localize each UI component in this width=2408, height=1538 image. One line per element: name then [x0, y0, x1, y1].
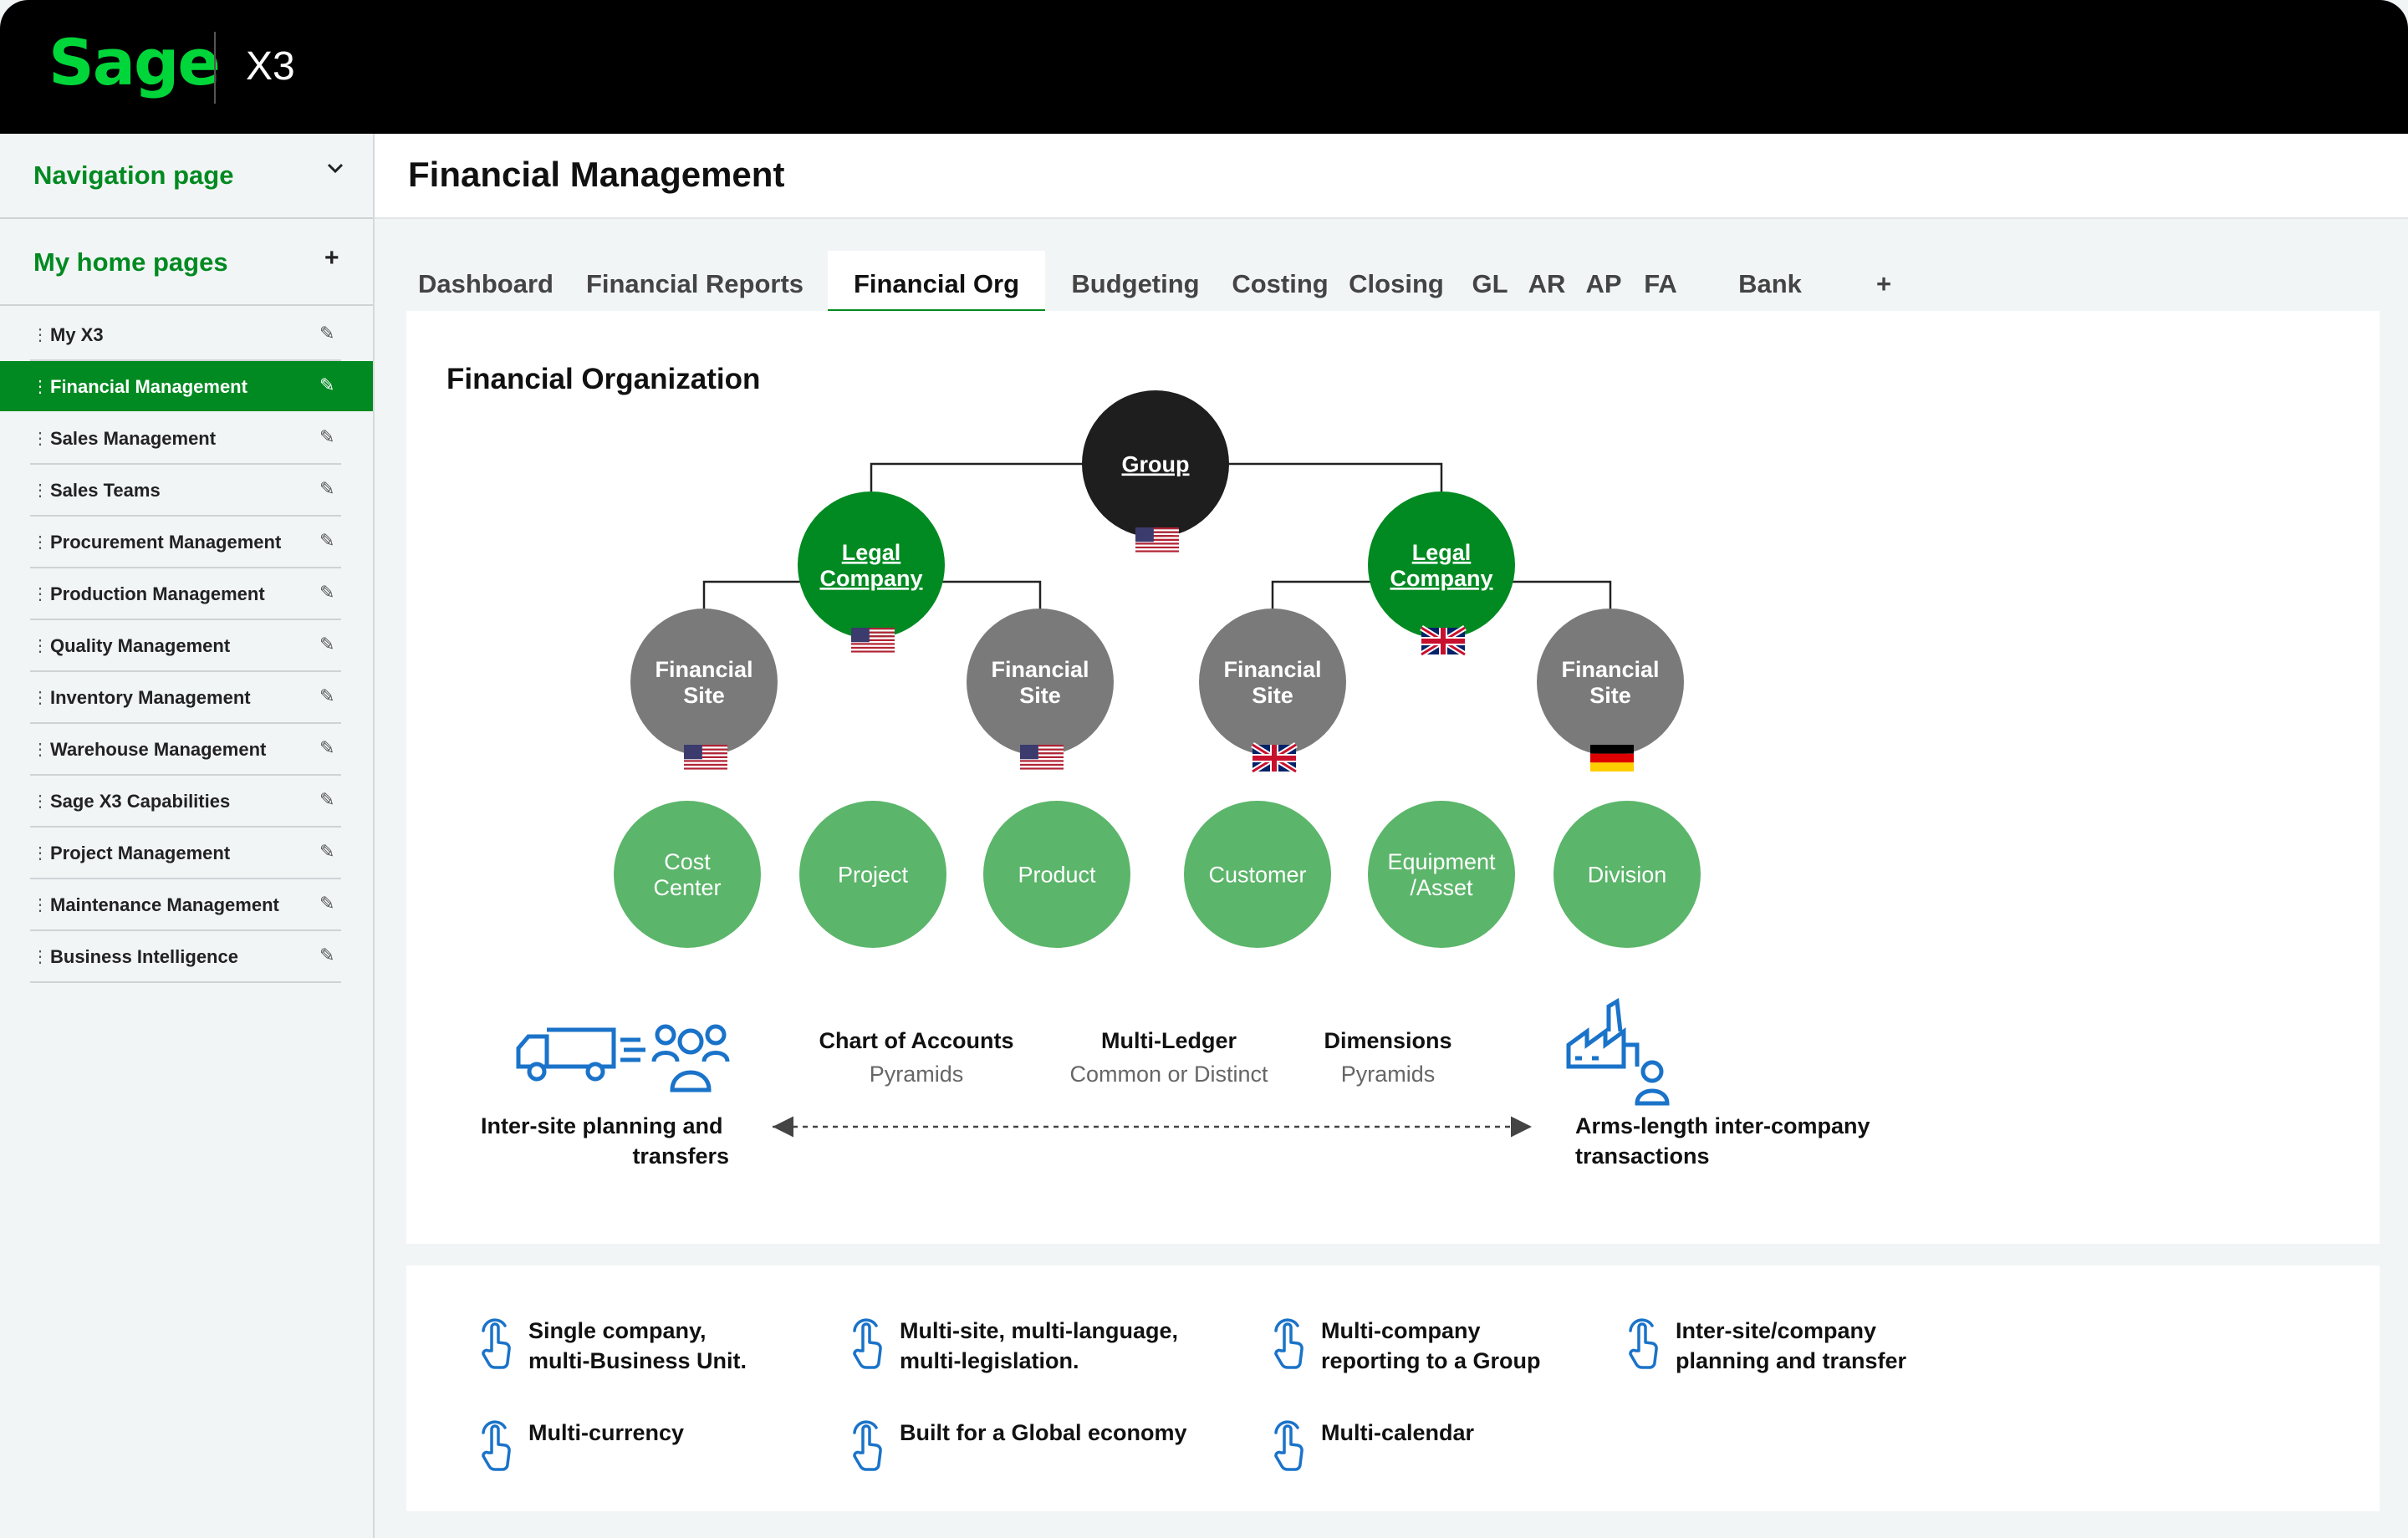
- tap-hand-icon: [477, 1312, 515, 1375]
- svg-text:Inter-site planning and tr: Inter-site planning and transfers: [481, 1113, 729, 1169]
- people-group-icon: [651, 1024, 730, 1092]
- ledger-item-subtitle: Pyramids: [870, 1062, 964, 1087]
- truck-icon: [516, 1027, 645, 1082]
- ledger-item-subtitle: Pyramids: [1341, 1062, 1436, 1087]
- inter-site-label: Inter-site planning and: [481, 1113, 723, 1138]
- flag-uk-icon: [1251, 742, 1298, 774]
- svg-text:Arms-length inter-company: Arms-length inter-company transactions: [1575, 1113, 1876, 1169]
- inter-site-label: transfers: [632, 1143, 729, 1169]
- feature-label: Inter-site/company planning and transfer: [1676, 1318, 1907, 1373]
- tap-hand-icon: [1269, 1312, 1308, 1375]
- feature-label: Single company, multi-Business Unit.: [528, 1318, 747, 1373]
- feature-label: Multi-calendar: [1321, 1420, 1475, 1445]
- flag-us-icon: [1135, 527, 1179, 554]
- factory-icon: [1566, 997, 1670, 1106]
- flag-us-icon: [1020, 745, 1064, 772]
- feature-label: Built for a Global economy: [900, 1420, 1187, 1445]
- ledger-item-title: Multi-Ledger: [1101, 1028, 1237, 1053]
- ledger-structure: Chart of Accounts Pyramids Multi-Ledger Com…: [819, 1028, 1451, 1087]
- tap-hand-icon: [1624, 1312, 1662, 1375]
- flag-us-icon: [684, 745, 727, 772]
- tap-hand-icon: [477, 1414, 515, 1477]
- arms-length-label: Arms-length inter-company: [1575, 1113, 1870, 1138]
- feature-label: Multi-company reporting to a Group: [1321, 1318, 1541, 1373]
- group-node-label[interactable]: Group: [1122, 451, 1190, 476]
- flag-us-icon: [851, 628, 895, 654]
- ledger-item-subtitle: Common or Distinct: [1069, 1062, 1268, 1087]
- flag-de-icon: [1590, 745, 1634, 772]
- tap-hand-icon: [1269, 1414, 1308, 1477]
- features-panel: [406, 1266, 2380, 1511]
- tap-hand-icon: [848, 1414, 886, 1477]
- dimension-node-product-label: Product: [1018, 862, 1096, 887]
- ledger-item-title: Chart of Accounts: [819, 1028, 1013, 1053]
- feature-label: Multi-site, multi-language, multi-legisl…: [900, 1318, 1179, 1373]
- org-nodes: GroupLegal CompanyLegal CompanyFinancial Si…: [614, 390, 1701, 948]
- arms-length-label: transactions: [1575, 1143, 1710, 1169]
- flag-uk-icon: [1420, 625, 1467, 657]
- dimension-node-project-label: Project: [838, 862, 909, 887]
- tap-hand-icon: [848, 1312, 886, 1375]
- ledger-item-title: Dimensions: [1324, 1028, 1451, 1053]
- feature-label: Multi-currency: [528, 1420, 685, 1445]
- dimension-node-division-label: Division: [1588, 862, 1667, 887]
- dimension-node-customer-label: Customer: [1208, 862, 1306, 887]
